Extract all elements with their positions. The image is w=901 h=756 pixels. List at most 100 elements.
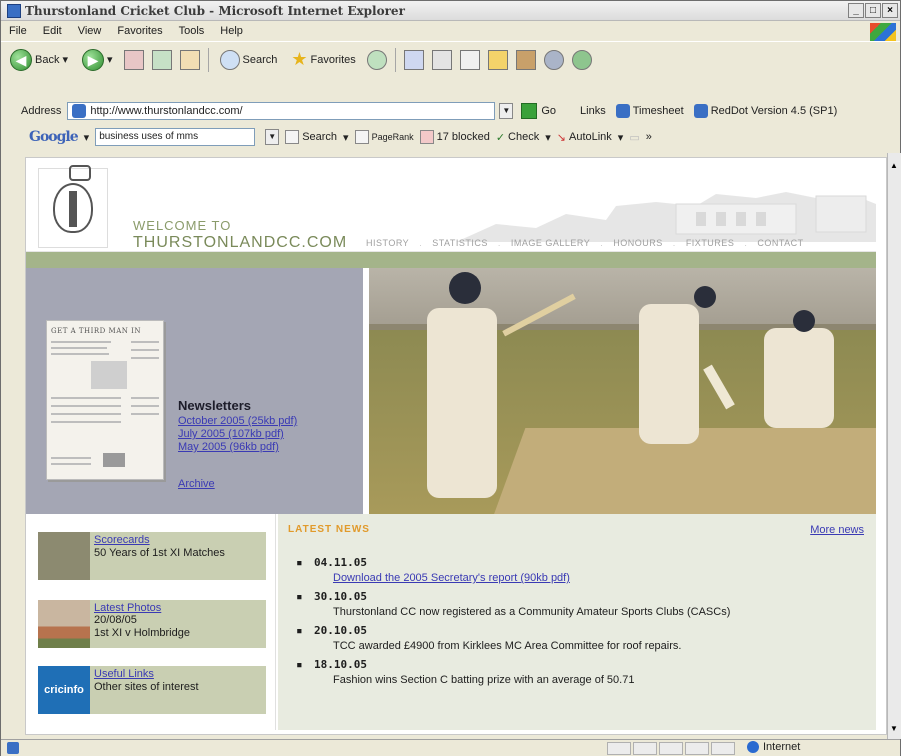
page-icon (72, 104, 87, 118)
security-zone: Internet (747, 741, 800, 753)
popup-blocker-button[interactable]: 17 blocked (419, 130, 490, 144)
chevron-down-icon[interactable]: ▾ (618, 131, 624, 144)
favorites-button[interactable]: ★ Favorites (288, 46, 358, 74)
menu-bar: File Edit View Favorites Tools Help (1, 21, 900, 41)
web-page: WELCOME TO THURSTONLANDCC.COM HISTORY. S… (25, 157, 887, 735)
link-reddot-label: RedDot Version 4.5 (SP1) (710, 105, 838, 117)
minimize-button[interactable]: _ (848, 3, 864, 18)
club-crest-logo[interactable] (38, 165, 108, 248)
history-icon[interactable] (366, 49, 387, 70)
nav-honours[interactable]: HONOURS (613, 238, 663, 248)
nav-image-gallery[interactable]: IMAGE GALLERY (511, 238, 590, 248)
useful-links-link[interactable]: Useful Links (94, 668, 154, 680)
google-logo[interactable]: Google (29, 129, 79, 145)
menu-favorites[interactable]: Favorites (109, 25, 170, 37)
address-dropdown-button[interactable]: ▼ (499, 103, 514, 119)
messenger-icon[interactable] (543, 49, 564, 70)
newsletter-link-july[interactable]: July 2005 (107kb pdf) (178, 428, 284, 440)
forward-button[interactable]: ▶ ▾ (79, 46, 116, 74)
nav-fixtures[interactable]: FIXTURES (686, 238, 735, 248)
title-bar: Thurstonland Cricket Club - Microsoft In… (1, 1, 900, 21)
back-label: Back (35, 53, 60, 66)
spell-check-icon: ✓ (495, 131, 506, 144)
newsletter-cover-image[interactable]: GET A THIRD MAN IN (46, 320, 164, 480)
autolink-label: AutoLink (568, 131, 612, 143)
link-timesheet[interactable]: Timesheet (615, 104, 684, 118)
nav-statistics[interactable]: STATISTICS (432, 238, 488, 248)
site-nav: HISTORY. STATISTICS. IMAGE GALLERY. HONO… (366, 238, 804, 248)
chevron-down-icon[interactable]: ▾ (545, 131, 551, 144)
popup-blocked-icon (419, 130, 434, 144)
status-pane (633, 742, 657, 755)
people-icon[interactable] (571, 49, 592, 70)
page-status-icon (7, 742, 19, 754)
archive-link[interactable]: Archive (178, 478, 215, 490)
autolink-icon: ↘ (556, 131, 566, 144)
address-bar: Address http://www.thurstonlandcc.com/ ▼… (1, 99, 900, 123)
menu-file[interactable]: File (1, 25, 35, 37)
cricket-match-photo (369, 268, 876, 514)
pagerank-button[interactable]: PageRank (354, 130, 414, 144)
mail-icon[interactable] (403, 49, 424, 70)
cricinfo-logo: cricinfo (38, 666, 90, 714)
nav-contact[interactable]: CONTACT (757, 238, 803, 248)
scorecards-link[interactable]: Scorecards (94, 534, 150, 546)
latest-news-heading: LATEST NEWS (288, 524, 370, 535)
print-icon[interactable] (431, 49, 452, 70)
batsman-figure (639, 304, 699, 444)
folder-icon[interactable] (487, 49, 508, 70)
check-label: Check (508, 131, 540, 143)
nav-history[interactable]: HISTORY (366, 238, 409, 248)
standard-toolbar: ◀ Back ▾ ▶ ▾ Search ★ Favorites (1, 41, 900, 77)
more-news-link[interactable]: More news (810, 524, 864, 536)
newsletter-link-october[interactable]: October 2005 (25kb pdf) (178, 415, 297, 427)
edit-icon[interactable] (459, 49, 480, 70)
latest-photos-link[interactable]: Latest Photos (94, 602, 161, 614)
google-g-icon (285, 130, 300, 144)
research-icon[interactable] (515, 49, 536, 70)
menu-view[interactable]: View (70, 25, 110, 37)
menu-tools[interactable]: Tools (171, 25, 213, 37)
back-button[interactable]: ◀ Back ▾ (7, 46, 71, 74)
chevron-down-icon[interactable]: ▾ (343, 131, 349, 144)
scroll-up-icon[interactable]: ▲ (890, 161, 898, 170)
refresh-icon[interactable] (151, 49, 172, 70)
address-input[interactable]: http://www.thurstonlandcc.com/ (67, 102, 496, 120)
news-text-2: Thurstonland CC now registered as a Comm… (333, 606, 731, 618)
stop-icon[interactable] (123, 49, 144, 70)
autolink-button[interactable]: ↘ AutoLink (557, 131, 612, 144)
latest-photos-tile[interactable]: Latest Photos 20/08/05 1st XI v Holmbrid… (38, 600, 266, 648)
search-button[interactable]: Search (217, 46, 281, 74)
latest-photos-thumbnail (38, 600, 90, 648)
status-pane (659, 742, 683, 755)
menu-help[interactable]: Help (212, 25, 251, 37)
chevron-down-icon: ▾ (62, 54, 68, 66)
vertical-scrollbar[interactable]: ▲ ▼ (887, 153, 901, 739)
newsletter-link-may[interactable]: May 2005 (96kb pdf) (178, 441, 279, 453)
news-date-2: 30.10.05 (314, 590, 367, 603)
chevron-down-icon[interactable]: ▾ (84, 131, 90, 144)
scorecards-tile[interactable]: Scorecards 50 Years of 1st XI Matches (38, 532, 266, 580)
home-icon[interactable] (179, 49, 200, 70)
google-query-dropdown[interactable]: ▼ (265, 129, 280, 145)
autofill-icon: ▭ (629, 131, 640, 144)
link-reddot[interactable]: RedDot Version 4.5 (SP1) (693, 104, 838, 118)
chevron-right-icon[interactable]: » (646, 131, 652, 143)
spell-check-button[interactable]: ✓ Check (496, 131, 539, 144)
pagerank-icon (354, 130, 369, 144)
maximize-button[interactable]: □ (865, 3, 881, 18)
wicketkeeper-figure (764, 328, 834, 428)
news-item-date: ▪ 30.10.05 (296, 590, 367, 603)
secretary-report-link[interactable]: Download the 2005 Secretary's report (90… (333, 572, 570, 584)
site-domain-title: THURSTONLANDCC.COM (133, 234, 348, 251)
scroll-down-icon[interactable]: ▼ (890, 724, 898, 733)
pagerank-label: PageRank (371, 132, 414, 142)
google-search-button[interactable]: Search (285, 130, 337, 144)
close-button[interactable]: × (882, 3, 898, 18)
menu-edit[interactable]: Edit (35, 25, 70, 37)
search-icon (219, 49, 240, 70)
toolbar-separator (394, 47, 396, 72)
google-search-input[interactable]: business uses of mms (95, 128, 256, 146)
go-button[interactable]: Go (521, 103, 556, 119)
useful-links-tile[interactable]: cricinfo Useful Links Other sites of int… (38, 666, 266, 714)
